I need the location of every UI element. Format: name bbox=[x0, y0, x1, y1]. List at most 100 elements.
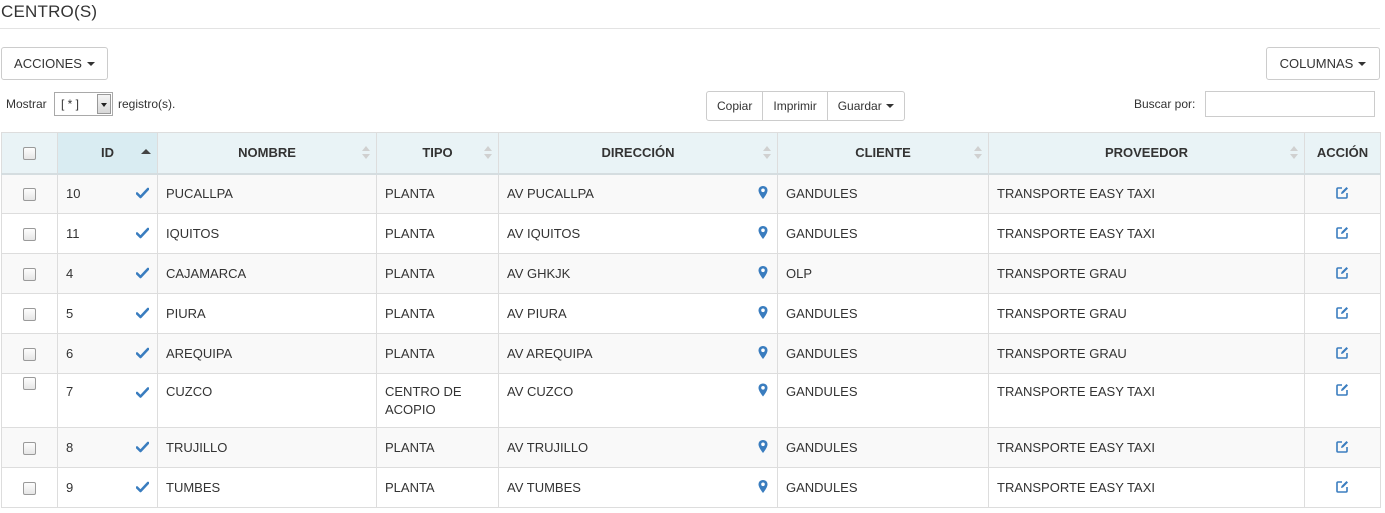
print-label: Imprimir bbox=[773, 99, 817, 113]
check-icon bbox=[135, 306, 150, 321]
row-checkbox[interactable] bbox=[23, 268, 36, 282]
table-row: 11 IQUITOS PLANTA AV IQUITOS GANDULES TRANSPO… bbox=[1, 213, 1381, 254]
page-title: CENTRO(S) bbox=[1, 2, 98, 21]
row-checkbox-cell[interactable] bbox=[1, 333, 58, 374]
row-checkbox-cell[interactable] bbox=[1, 173, 58, 214]
edit-icon[interactable] bbox=[1336, 266, 1349, 282]
id-value: 10 bbox=[66, 186, 81, 202]
cell-nombre: AREQUIPA bbox=[157, 333, 377, 374]
map-marker-icon[interactable] bbox=[758, 383, 768, 402]
sort-icon bbox=[763, 146, 771, 160]
sort-icon bbox=[1290, 146, 1298, 160]
cell-tipo: PLANTA bbox=[376, 173, 499, 214]
check-icon bbox=[135, 186, 150, 201]
cell-id: 6 bbox=[57, 333, 158, 374]
map-marker-icon[interactable] bbox=[758, 305, 768, 322]
sort-icon bbox=[362, 146, 370, 160]
map-marker-icon[interactable] bbox=[758, 185, 768, 202]
cell-proveedor: TRANSPORTE EASY TAXI bbox=[988, 467, 1305, 508]
column-header-cliente[interactable]: CLIENTE bbox=[777, 132, 989, 175]
cell-id: 11 bbox=[57, 213, 158, 254]
cell-direccion: AV PUCALLPA bbox=[498, 173, 778, 214]
column-header-id[interactable]: ID bbox=[57, 132, 158, 175]
cell-id: 10 bbox=[57, 173, 158, 214]
edit-icon[interactable] bbox=[1336, 186, 1349, 202]
row-checkbox[interactable] bbox=[23, 228, 36, 242]
edit-icon[interactable] bbox=[1336, 440, 1349, 456]
row-checkbox[interactable] bbox=[23, 442, 36, 456]
map-marker-icon[interactable] bbox=[758, 265, 768, 282]
row-checkbox-cell[interactable] bbox=[1, 373, 58, 428]
edit-icon[interactable] bbox=[1336, 226, 1349, 242]
map-marker-icon[interactable] bbox=[758, 345, 768, 362]
cell-nombre: IQUITOS bbox=[157, 213, 377, 254]
sort-icon bbox=[484, 146, 492, 160]
cell-cliente: GANDULES bbox=[777, 467, 989, 508]
check-icon bbox=[135, 440, 150, 455]
search-input[interactable] bbox=[1205, 91, 1375, 117]
table-row: 10 PUCALLPA PLANTA AV PUCALLPA GANDULES TRANS… bbox=[1, 173, 1381, 214]
column-header-direccion[interactable]: DIRECCIÓN bbox=[498, 132, 778, 175]
cell-nombre: PIURA bbox=[157, 293, 377, 334]
copy-button[interactable]: Copiar bbox=[707, 92, 764, 120]
cell-id: 7 bbox=[57, 373, 158, 428]
sort-ascending-icon bbox=[141, 149, 151, 154]
row-checkbox[interactable] bbox=[23, 188, 36, 202]
column-header-tipo[interactable]: TIPO bbox=[376, 132, 499, 175]
page-size-value: [ * ] bbox=[61, 97, 80, 111]
cell-direccion: AV TUMBES bbox=[498, 467, 778, 508]
select-all-checkbox-cell[interactable] bbox=[1, 132, 58, 175]
column-header-accion: ACCIÓN bbox=[1304, 132, 1381, 175]
row-checkbox-cell[interactable] bbox=[1, 427, 58, 468]
map-marker-icon[interactable] bbox=[758, 439, 768, 456]
row-checkbox[interactable] bbox=[23, 377, 36, 391]
cell-proveedor: TRANSPORTE EASY TAXI bbox=[988, 373, 1305, 428]
table-header-row: ID NOMBRE TIPO DIRECCIÓN CLIENTE PROVEED… bbox=[1, 132, 1381, 175]
row-checkbox[interactable] bbox=[23, 348, 36, 362]
cell-nombre: CUZCO bbox=[157, 373, 377, 428]
caret-down-icon bbox=[1358, 61, 1367, 66]
edit-icon[interactable] bbox=[1336, 384, 1349, 399]
cell-tipo: PLANTA bbox=[376, 467, 499, 508]
row-checkbox-cell[interactable] bbox=[1, 293, 58, 334]
row-checkbox-cell[interactable] bbox=[1, 213, 58, 254]
cell-cliente: GANDULES bbox=[777, 373, 989, 428]
columnas-dropdown-button[interactable]: COLUMNAS bbox=[1266, 47, 1380, 80]
acciones-dropdown-button[interactable]: ACCIONES bbox=[1, 47, 108, 80]
edit-icon[interactable] bbox=[1336, 480, 1349, 496]
table-row: 4 CAJAMARCA PLANTA AV GHKJK OLP TRANSPORTE GR… bbox=[1, 253, 1381, 294]
row-checkbox[interactable] bbox=[23, 482, 36, 496]
show-entries-label: Mostrar bbox=[6, 97, 47, 111]
edit-icon[interactable] bbox=[1336, 346, 1349, 362]
row-checkbox-cell[interactable] bbox=[1, 253, 58, 294]
cell-cliente: GANDULES bbox=[777, 213, 989, 254]
cell-accion bbox=[1304, 213, 1381, 254]
id-value: 11 bbox=[66, 226, 80, 241]
id-value: 5 bbox=[66, 306, 74, 321]
cell-accion bbox=[1304, 293, 1381, 334]
map-marker-icon[interactable] bbox=[758, 225, 768, 242]
dropdown-arrow-icon[interactable] bbox=[97, 94, 111, 114]
select-all-checkbox[interactable] bbox=[23, 147, 36, 161]
caret-down-icon bbox=[885, 104, 894, 108]
save-dropdown-button[interactable]: Guardar bbox=[828, 92, 904, 120]
page-size-select[interactable]: [ * ] bbox=[54, 92, 113, 116]
row-checkbox[interactable] bbox=[23, 308, 36, 322]
map-marker-icon[interactable] bbox=[758, 479, 768, 496]
cell-tipo: PLANTA bbox=[376, 213, 499, 254]
cell-id: 9 bbox=[57, 467, 158, 508]
cell-proveedor: TRANSPORTE GRAU bbox=[988, 293, 1305, 334]
cell-accion bbox=[1304, 253, 1381, 294]
cell-nombre: PUCALLPA bbox=[157, 173, 377, 214]
cell-tipo: CENTRO DE ACOPIO bbox=[376, 373, 499, 428]
column-header-proveedor[interactable]: PROVEEDOR bbox=[988, 132, 1305, 175]
print-button[interactable]: Imprimir bbox=[763, 92, 828, 120]
row-checkbox-cell[interactable] bbox=[1, 467, 58, 508]
edit-icon[interactable] bbox=[1336, 306, 1349, 322]
id-value: 7 bbox=[66, 384, 74, 399]
column-header-nombre[interactable]: NOMBRE bbox=[157, 132, 377, 175]
column-label: PROVEEDOR bbox=[1104, 145, 1189, 161]
check-icon bbox=[135, 226, 150, 241]
direccion-value: AV TRUJILLO bbox=[507, 440, 589, 455]
cell-cliente: GANDULES bbox=[777, 427, 989, 468]
